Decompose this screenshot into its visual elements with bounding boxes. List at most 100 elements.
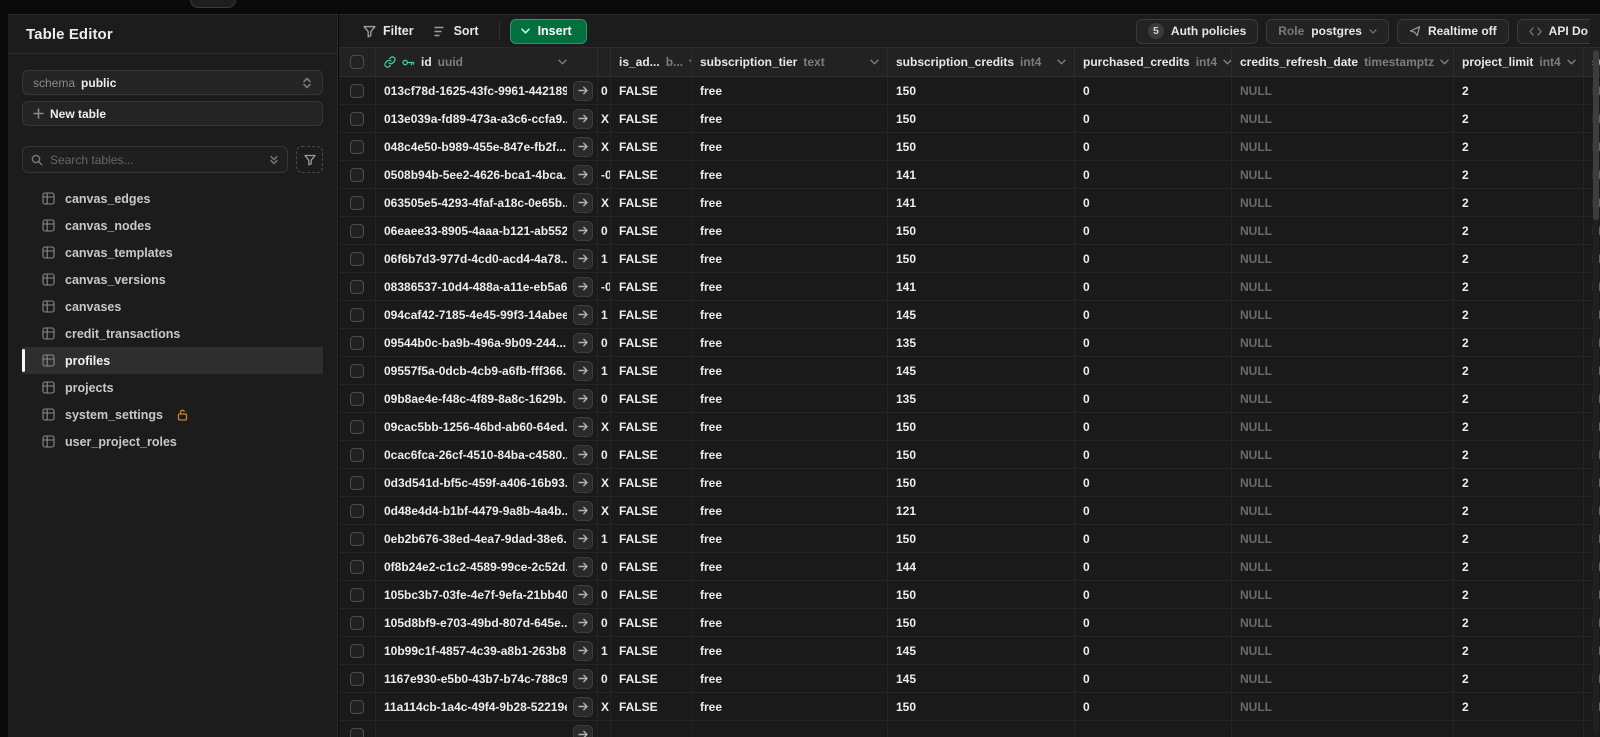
row-checkbox-cell[interactable] (339, 469, 376, 496)
cell-purchased-credits[interactable]: 0 (1075, 609, 1232, 636)
filter-button[interactable]: Filter (353, 20, 424, 42)
cell-subscription-credits[interactable]: 135 (888, 385, 1075, 412)
schema-select[interactable]: schema public (22, 70, 323, 95)
row-checkbox[interactable] (350, 503, 364, 518)
cell-clipped[interactable]: 0 (598, 441, 611, 468)
cell-subscription-credits[interactable]: 150 (888, 441, 1075, 468)
role-select-button[interactable]: Role postgres (1266, 18, 1389, 44)
expand-row-button[interactable] (573, 472, 593, 493)
row-checkbox-cell[interactable] (339, 329, 376, 356)
row-checkbox[interactable] (350, 531, 364, 546)
cell-subscription-credits[interactable] (888, 721, 1075, 737)
row-checkbox-cell[interactable] (339, 105, 376, 132)
cell-clipped[interactable]: X (598, 497, 611, 524)
cell-is-admin[interactable]: FALSE (611, 133, 692, 160)
cell-credits-refresh-date[interactable]: NULL (1232, 357, 1454, 384)
row-checkbox[interactable] (350, 83, 364, 98)
expand-row-button[interactable] (573, 164, 593, 185)
cell-subscription-tier[interactable] (692, 721, 888, 737)
cell-clipped[interactable]: -0 (598, 273, 611, 300)
cell-is-admin[interactable]: FALSE (611, 385, 692, 412)
expand-row-button[interactable] (573, 640, 593, 661)
cell-is-admin[interactable]: FALSE (611, 329, 692, 356)
cell-id[interactable]: 048c4e50-b989-455e-847e-fb2f... (376, 133, 598, 160)
row-checkbox[interactable] (350, 363, 364, 378)
row-checkbox-cell[interactable] (339, 581, 376, 608)
cell-is-admin[interactable]: FALSE (611, 441, 692, 468)
table-filter-button[interactable] (296, 146, 323, 173)
cell-subscription-credits[interactable]: 141 (888, 161, 1075, 188)
cell-purchased-credits[interactable]: 0 (1075, 441, 1232, 468)
row-checkbox[interactable] (350, 699, 364, 714)
cell-id[interactable]: 09b8ae4e-f48c-4f89-8a8c-1629b... (376, 385, 598, 412)
sidebar-item-user_project_roles[interactable]: user_project_roles (22, 428, 323, 455)
cell-purchased-credits[interactable]: 0 (1075, 217, 1232, 244)
cell-id[interactable] (376, 721, 598, 737)
cell-clipped[interactable]: X (598, 105, 611, 132)
cell-clipped[interactable]: 0 (598, 385, 611, 412)
cell-is-admin[interactable]: FALSE (611, 161, 692, 188)
row-checkbox-cell[interactable] (339, 553, 376, 580)
expand-row-button[interactable] (573, 192, 593, 213)
cell-is-admin[interactable]: FALSE (611, 553, 692, 580)
column-header-id[interactable]: id uuid (376, 48, 598, 76)
column-header-purchased-credits[interactable]: purchased_credits int4 (1075, 48, 1232, 76)
cell-subscription-credits[interactable]: 135 (888, 329, 1075, 356)
cell-project-limit[interactable]: 2 (1454, 273, 1584, 300)
expand-row-button[interactable] (573, 360, 593, 381)
expand-row-button[interactable] (573, 584, 593, 605)
row-checkbox[interactable] (350, 111, 364, 126)
row-checkbox[interactable] (350, 279, 364, 294)
cell-is-admin[interactable]: FALSE (611, 693, 692, 720)
cell-project-limit[interactable]: 2 (1454, 553, 1584, 580)
cell-purchased-credits[interactable]: 0 (1075, 637, 1232, 664)
row-checkbox[interactable] (350, 559, 364, 574)
row-checkbox-cell[interactable] (339, 637, 376, 664)
chevrons-down-icon[interactable] (269, 154, 279, 166)
column-header-subscription-tier[interactable]: subscription_tier text (692, 48, 888, 76)
cell-credits-refresh-date[interactable]: NULL (1232, 161, 1454, 188)
cell-is-admin[interactable]: FALSE (611, 273, 692, 300)
expand-row-button[interactable] (573, 696, 593, 717)
cell-id[interactable]: 105d8bf9-e703-49bd-807d-645e... (376, 609, 598, 636)
cell-credits-refresh-date[interactable]: NULL (1232, 217, 1454, 244)
cell-purchased-credits[interactable]: 0 (1075, 553, 1232, 580)
cell-clipped[interactable]: 0 (598, 609, 611, 636)
cell-id[interactable]: 0f8b24e2-c1c2-4589-99ce-2c52d... (376, 553, 598, 580)
chevron-down-icon[interactable] (1440, 59, 1449, 65)
auth-policies-button[interactable]: 5 Auth policies (1135, 18, 1259, 44)
cell-purchased-credits[interactable]: 0 (1075, 161, 1232, 188)
expand-row-button[interactable] (573, 612, 593, 633)
cell-subscription-tier[interactable]: free (692, 525, 888, 552)
column-header-subscription-credits[interactable]: subscription_credits int4 (888, 48, 1075, 76)
row-checkbox-cell[interactable] (339, 665, 376, 692)
cell-is-admin[interactable]: FALSE (611, 217, 692, 244)
column-header-clipped[interactable] (598, 48, 611, 76)
cell-clipped[interactable] (598, 721, 611, 737)
select-all-checkbox-cell[interactable] (339, 48, 376, 76)
chevron-down-icon[interactable] (1223, 59, 1231, 65)
expand-row-button[interactable] (573, 668, 593, 689)
sidebar-item-canvas_edges[interactable]: canvas_edges (22, 185, 323, 212)
api-docs-button[interactable]: API Do (1516, 18, 1590, 44)
cell-project-limit[interactable]: 2 (1454, 161, 1584, 188)
row-checkbox[interactable] (350, 587, 364, 602)
cell-purchased-credits[interactable]: 0 (1075, 301, 1232, 328)
sidebar-item-canvases[interactable]: canvases (22, 293, 323, 320)
cell-purchased-credits[interactable]: 0 (1075, 189, 1232, 216)
cell-id[interactable]: 105bc3b7-03fe-4e7f-9efa-21bb40... (376, 581, 598, 608)
cell-clipped[interactable]: 0 (598, 665, 611, 692)
cell-credits-refresh-date[interactable]: NULL (1232, 665, 1454, 692)
cell-subscription-tier[interactable]: free (692, 189, 888, 216)
cell-purchased-credits[interactable]: 0 (1075, 329, 1232, 356)
chevron-down-icon[interactable] (1057, 59, 1066, 65)
cell-project-limit[interactable]: 2 (1454, 217, 1584, 244)
cell-clipped[interactable]: X (598, 189, 611, 216)
cell-project-limit[interactable]: 2 (1454, 133, 1584, 160)
cell-id[interactable]: 0eb2b676-38ed-4ea7-9dad-38e6... (376, 525, 598, 552)
cell-is-admin[interactable] (611, 721, 692, 737)
cell-is-admin[interactable]: FALSE (611, 77, 692, 104)
realtime-button[interactable]: Realtime off (1396, 18, 1509, 44)
cell-clipped[interactable]: -0 (598, 161, 611, 188)
cell-is-admin[interactable]: FALSE (611, 189, 692, 216)
